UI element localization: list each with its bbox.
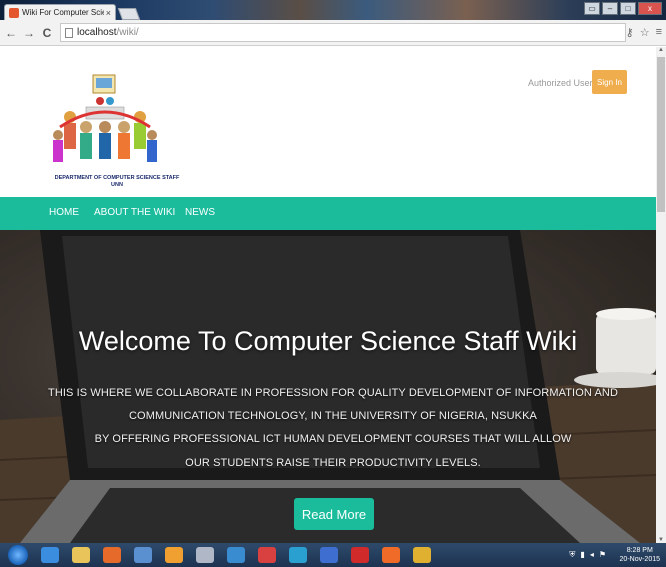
close-window-button[interactable]: x — [638, 2, 662, 15]
browser-toolbar: ← → C localhost/wiki/ ⚷ ☆ ≡ — [0, 20, 666, 46]
forward-icon[interactable]: → — [22, 26, 36, 40]
main-nav: HOME ABOUT THE WIKI NEWS — [0, 197, 656, 230]
key-icon[interactable]: ⚷ — [626, 26, 634, 39]
minimize-button[interactable]: – — [602, 2, 618, 15]
word-icon[interactable] — [320, 547, 338, 563]
restore-icon[interactable]: ▭ — [584, 2, 600, 15]
page-icon — [65, 27, 73, 38]
star-icon[interactable]: ☆ — [640, 26, 650, 39]
explorer-icon[interactable] — [72, 547, 90, 563]
media-player-icon[interactable] — [103, 547, 121, 563]
ie-icon[interactable] — [41, 547, 59, 563]
window-controls: ▭ – □ x — [584, 2, 662, 15]
menu-icon[interactable]: ≡ — [656, 26, 662, 39]
pdf-reader-icon[interactable] — [351, 547, 369, 563]
hero-section: Welcome To Computer Science Staff Wiki T… — [0, 230, 656, 543]
new-tab-button[interactable] — [117, 8, 141, 20]
battery-icon[interactable]: ▮ — [580, 550, 584, 560]
os-taskbar: ⛨ ▮ ◂ ⚑ 8:28 PM 20-Nov-2015 — [0, 543, 666, 567]
hero-text-line-1: THIS IS WHERE WE COLLABORATE IN PROFESSI… — [48, 387, 618, 399]
nav-news[interactable]: NEWS — [185, 207, 215, 218]
browser-tab[interactable]: Wiki For Computer Scienc × — [4, 4, 116, 20]
nav-about-wiki[interactable]: ABOUT THE WIKI — [94, 207, 175, 218]
app-icon[interactable] — [227, 547, 245, 563]
clock-date: 20-Nov-2015 — [619, 556, 660, 563]
browser-titlebar: Wiki For Computer Scienc × ▭ – □ x — [0, 0, 666, 20]
favicon-icon — [9, 7, 19, 18]
hero-text-line-3: BY OFFERING PROFESSIONAL ICT HUMAN DEVEL… — [94, 433, 572, 445]
page-scrollbar[interactable]: ▲ ▼ — [656, 47, 666, 543]
system-tray: ⛨ ▮ ◂ ⚑ — [569, 550, 606, 560]
chrome-icon[interactable] — [413, 547, 431, 563]
scroll-up-icon[interactable]: ▲ — [656, 47, 666, 53]
department-name: DEPARTMENT OF COMPUTER SCIENCE STAFF UNN — [42, 175, 192, 189]
tab-title: Wiki For Computer Scienc — [22, 8, 104, 17]
start-button[interactable] — [8, 545, 28, 565]
department-line-1: DEPARTMENT OF COMPUTER SCIENCE STAFF — [54, 175, 180, 181]
url-path: /wiki/ — [116, 27, 139, 38]
flag-icon[interactable]: ⚑ — [599, 550, 606, 560]
app-icon[interactable] — [289, 547, 307, 563]
toolbar-actions: ⚷ ☆ ≡ — [626, 26, 662, 39]
nav-home[interactable]: HOME — [49, 207, 79, 218]
tab-close-icon[interactable]: × — [106, 8, 111, 18]
authorized-user-text: Authorized User — [528, 78, 593, 88]
hero-title: Welcome To Computer Science Staff Wiki — [78, 326, 578, 356]
read-more-button[interactable]: Read More — [294, 498, 374, 530]
xampp-icon[interactable] — [382, 547, 400, 563]
scroll-thumb[interactable] — [657, 57, 665, 212]
maximize-button[interactable]: □ — [620, 2, 636, 15]
taskbar-clock[interactable]: 8:28 PM 20-Nov-2015 — [620, 546, 660, 564]
url-host: localhost — [77, 27, 117, 38]
app-icon[interactable] — [165, 547, 183, 563]
site-header: DEPARTMENT OF COMPUTER SCIENCE STAFF UNN… — [0, 47, 656, 197]
address-bar[interactable]: localhost/wiki/ — [60, 23, 626, 42]
app-icon[interactable] — [258, 547, 276, 563]
app-icon[interactable] — [196, 547, 214, 563]
back-icon[interactable]: ← — [4, 26, 18, 40]
reload-icon[interactable]: C — [40, 26, 54, 40]
clock-time: 8:28 PM — [626, 547, 653, 554]
network-icon[interactable]: ⛨ — [569, 550, 575, 560]
hero-text-line-4: OUR STUDENTS RAISE THEIR PRODUCTIVITY LE… — [185, 457, 481, 469]
hero-text-line-2: COMMUNICATION TECHNOLOGY, IN THE UNIVERS… — [129, 410, 537, 422]
volume-icon[interactable]: ◂ — [590, 550, 594, 560]
sign-in-button[interactable]: Sign In — [592, 70, 627, 94]
department-logo — [53, 74, 157, 162]
department-line-2: UNN — [111, 182, 123, 188]
app-icon[interactable] — [134, 547, 152, 563]
